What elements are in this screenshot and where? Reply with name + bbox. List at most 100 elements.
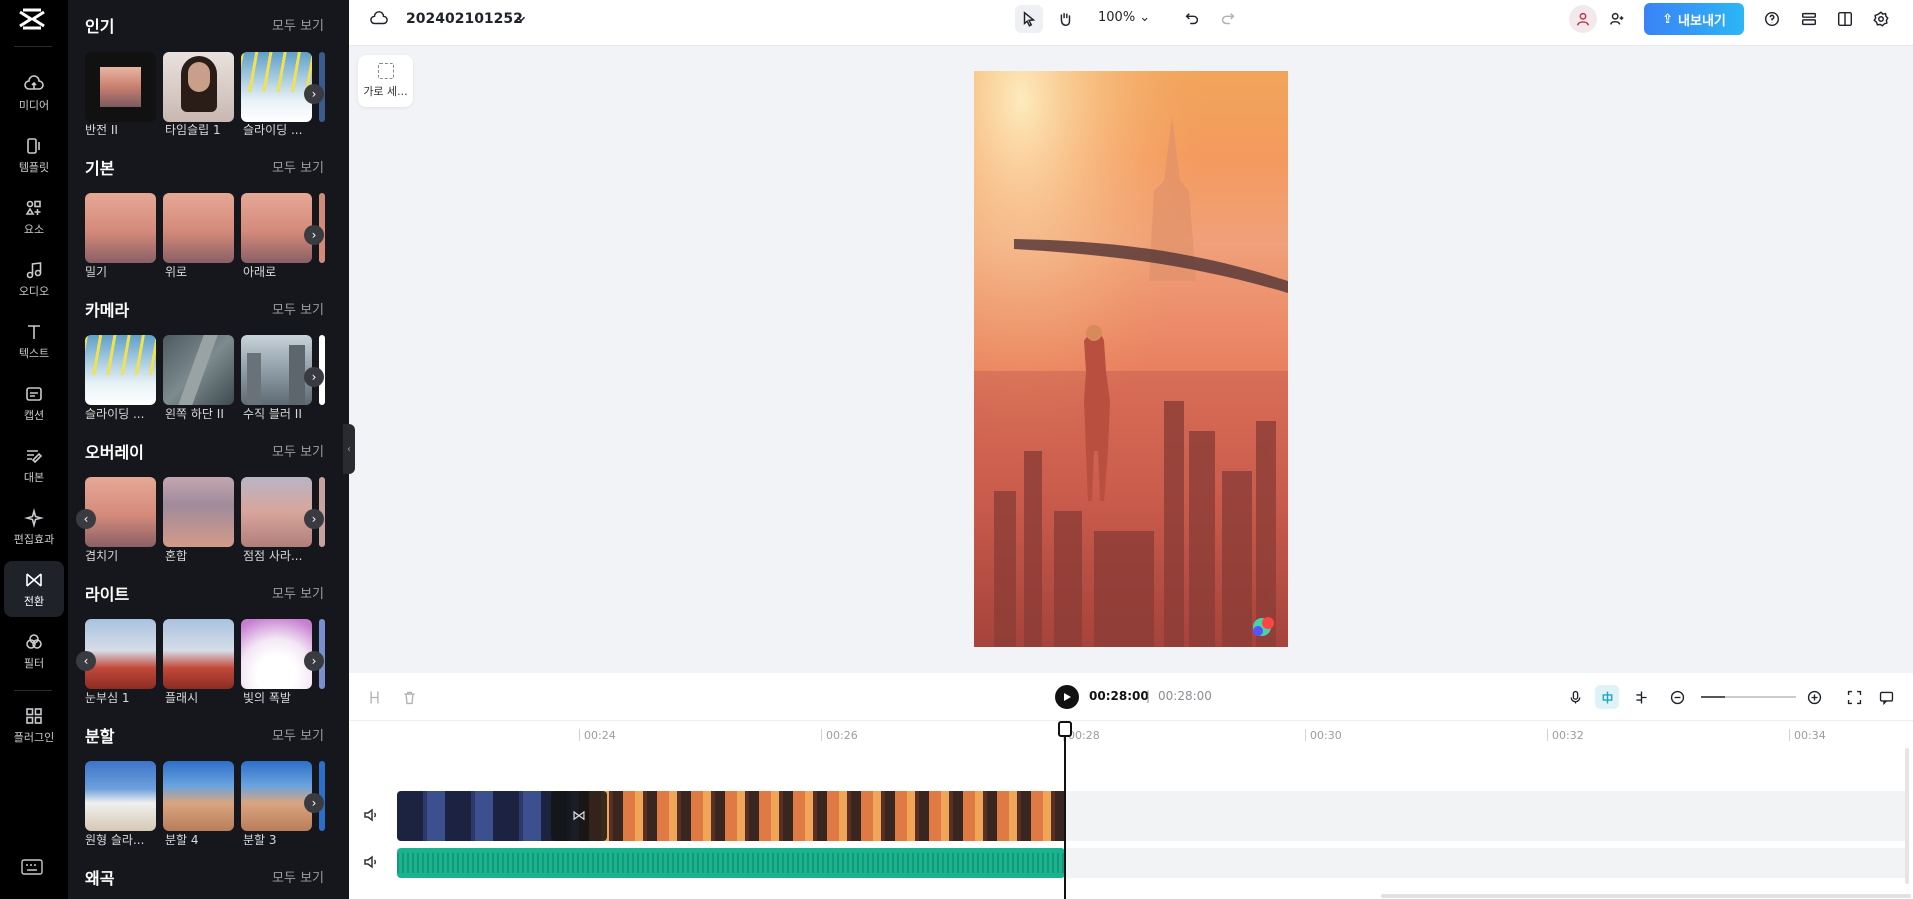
ruler-label: 00:24 [584,729,616,742]
settings-button[interactable] [1867,5,1895,33]
rail-item-captions[interactable]: 캡션 [4,375,64,431]
chevron-down-icon[interactable] [507,5,535,33]
transition-thumb[interactable] [241,52,312,122]
see-all-link[interactable]: 모두 보기 [272,583,324,602]
scroll-right-button[interactable]: › [304,225,324,245]
vertical-scrollbar[interactable] [1905,748,1909,884]
pointer-icon [1023,11,1036,27]
export-button[interactable]: ⇪ 내보내기 [1644,3,1744,35]
transition-marker[interactable]: ⋈ [551,791,607,841]
rail-item-filters[interactable]: 필터 [4,623,64,679]
rail-item-elements[interactable]: 요소 [4,189,64,245]
transition-label: 분할 3 [243,833,277,847]
collapse-panel-handle[interactable]: ‹ [343,424,355,474]
see-all-link[interactable]: 모두 보기 [272,157,324,176]
fit-timeline-button[interactable] [1843,686,1865,708]
ruler-label: 00:30 [1310,729,1342,742]
rail-item-label: 요소 [23,222,45,236]
see-all-link[interactable]: 모두 보기 [272,15,324,34]
see-all-link[interactable]: 모두 보기 [272,299,324,318]
rail-item-media[interactable]: 미디어 [4,65,64,121]
rail-item-label: 대본 [23,470,45,484]
microphone-button[interactable] [1564,686,1586,708]
aspect-ratio-label: 가로 세... [363,85,408,98]
layout-button[interactable] [1831,5,1859,33]
scroll-left-button[interactable]: ‹ [76,509,96,529]
redo-button[interactable] [1214,5,1242,33]
rail-item-label: 캡션 [23,408,45,422]
transition-icon: ⋈ [572,808,586,824]
transition-thumb[interactable] [241,477,312,547]
cloud-sync-icon[interactable] [365,5,393,33]
video-track-mute-button[interactable] [363,807,381,825]
video-clip[interactable] [579,791,1065,841]
audio-track-mute-button[interactable] [363,854,381,872]
scroll-left-button[interactable]: ‹ [76,651,96,671]
scroll-right-button[interactable]: › [304,84,324,104]
ruler-tick [821,729,822,741]
rail-item-templates[interactable]: 템플릿 [4,127,64,183]
scroll-right-button[interactable]: › [304,367,324,387]
transition-thumb[interactable] [241,335,312,405]
transition-label: 빛의 폭발 [243,691,291,705]
video-preview[interactable] [974,71,1288,647]
layers-icon [1801,12,1817,26]
transition-thumb[interactable] [163,761,234,831]
zoom-slider[interactable] [1701,696,1796,698]
transition-thumb[interactable] [85,52,156,122]
transition-thumb[interactable] [163,619,234,689]
aspect-ratio-button[interactable]: 가로 세... [358,55,413,107]
play-button[interactable] [1055,685,1079,709]
magnet-snap-button[interactable] [1595,685,1619,709]
transition-thumb[interactable] [241,619,312,689]
rail-item-effects[interactable]: 편집효과 [4,499,64,555]
transition-thumb[interactable] [163,193,234,263]
transition-thumb[interactable] [163,335,234,405]
scroll-right-button[interactable]: › [304,793,324,813]
transition-thumb[interactable] [85,335,156,405]
zoom-out-button[interactable] [1666,686,1688,708]
transition-thumb[interactable] [241,761,312,831]
transition-thumb[interactable] [163,477,234,547]
capcut-logo[interactable] [17,8,47,30]
transition-thumb[interactable] [85,761,156,831]
hand-tool-button[interactable] [1051,5,1079,33]
transition-thumb[interactable] [241,193,312,263]
scroll-right-button[interactable]: › [304,509,324,529]
select-tool-button[interactable] [1015,5,1043,33]
help-button[interactable] [1758,5,1786,33]
user-avatar[interactable] [1569,5,1597,33]
playhead[interactable] [1064,723,1066,899]
rail-item-plugins[interactable]: 플러그인 [4,697,64,753]
rail-item-script[interactable]: 대본 [4,437,64,493]
see-all-link[interactable]: 모두 보기 [272,725,324,744]
scroll-right-button[interactable]: › [304,651,324,671]
add-collaborator-button[interactable] [1603,5,1631,33]
rail-item-text[interactable]: 텍스트 [4,313,64,369]
horizontal-scrollbar[interactable] [1381,894,1911,898]
transition-thumb[interactable] [85,193,156,263]
section-title: 왜곡 [85,869,115,888]
transition-thumb[interactable] [85,477,156,547]
transition-label: 반전 II [85,123,118,137]
transitions-panel: 인기 모두 보기 › 반전 II 타임슬립 1 슬라이딩 ... 기본 모두 보… [68,0,349,899]
delete-button[interactable] [398,686,420,708]
rail-item-transitions[interactable]: 전환 [4,561,64,617]
audio-clip[interactable] [397,848,1065,878]
layers-button[interactable] [1795,5,1823,33]
zoom-select[interactable]: 100% ⌄ [1098,10,1150,25]
playhead-handle[interactable] [1058,721,1072,737]
project-name[interactable]: 202402101252 [406,11,523,27]
split-button[interactable] [363,686,385,708]
undo-button[interactable] [1178,5,1206,33]
see-all-link[interactable]: 모두 보기 [272,441,324,460]
transition-thumb[interactable] [163,52,234,122]
rail-item-audio[interactable]: 오디오 [4,251,64,307]
zoom-in-button[interactable] [1803,686,1825,708]
rail-item-label: 템플릿 [18,160,50,174]
see-all-link[interactable]: 모두 보기 [272,867,324,886]
comment-button[interactable] [1875,686,1897,708]
keyboard-icon[interactable] [21,858,43,876]
transition-thumb[interactable] [85,619,156,689]
split-view-button[interactable] [1630,686,1652,708]
